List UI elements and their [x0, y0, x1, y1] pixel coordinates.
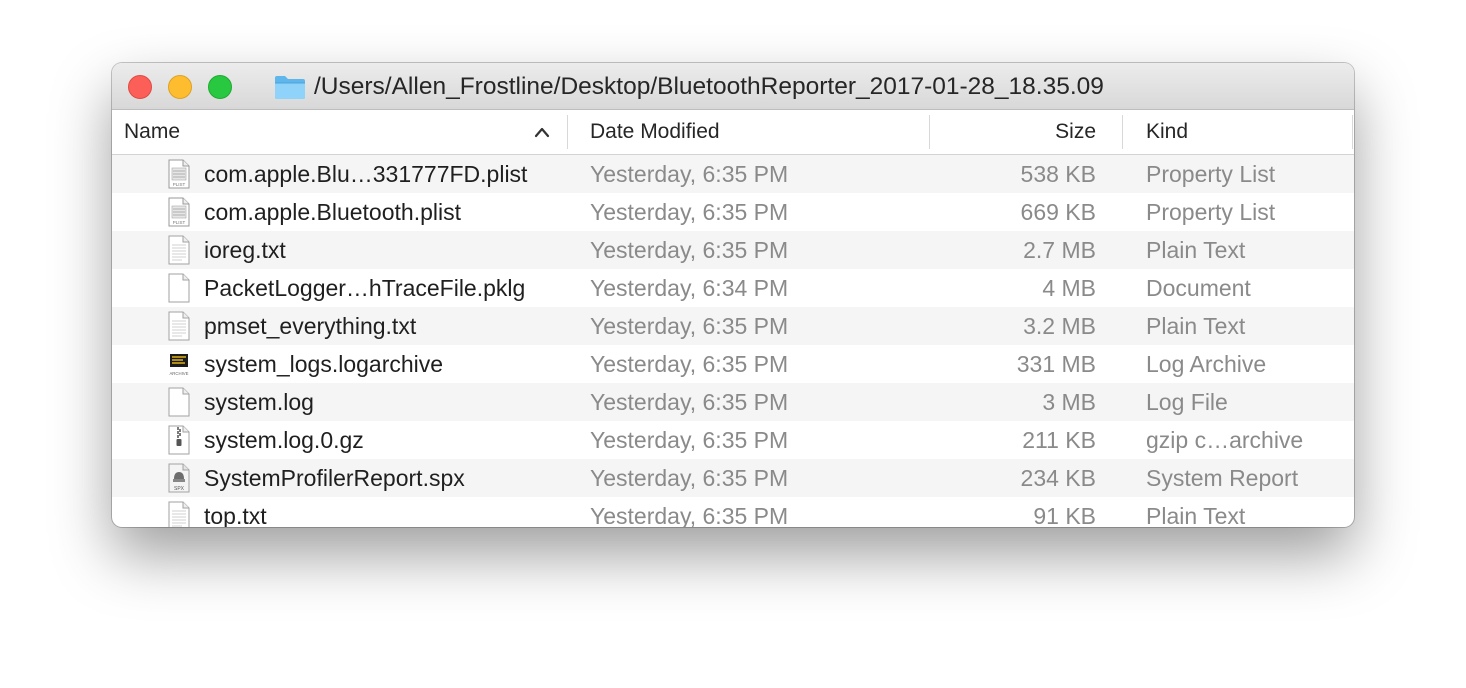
file-name: SystemProfilerReport.spx [204, 465, 465, 491]
column-divider[interactable] [567, 115, 568, 149]
plist-icon[interactable]: PLIST [167, 197, 191, 227]
file-kind: System Report [1146, 465, 1299, 491]
file-date-modified: Yesterday, 6:35 PM [590, 389, 789, 415]
file-date-modified: Yesterday, 6:35 PM [590, 465, 789, 491]
file-kind: Plain Text [1146, 237, 1246, 263]
file-size: 3 MB [1042, 389, 1096, 415]
title-bar[interactable]: /Users/Allen_Frostline/Desktop/Bluetooth… [112, 63, 1354, 110]
document-icon[interactable] [167, 273, 191, 303]
window-title-group: /Users/Allen_Frostline/Desktop/Bluetooth… [274, 71, 1104, 103]
file-name: system.log.0.gz [204, 427, 364, 453]
file-name: ioreg.txt [204, 237, 286, 263]
file-size: 234 KB [1020, 465, 1096, 491]
file-date-modified: Yesterday, 6:35 PM [590, 427, 789, 453]
file-kind: Log Archive [1146, 351, 1267, 377]
window-title: /Users/Allen_Frostline/Desktop/Bluetooth… [314, 73, 1104, 100]
file-row[interactable]: ARCHIVE system_logs.logarchive Yesterday, … [112, 345, 1354, 383]
sort-ascending-icon[interactable] [534, 125, 550, 139]
file-name: system_logs.logarchive [204, 351, 444, 377]
file-date-modified: Yesterday, 6:34 PM [590, 275, 789, 301]
file-date-modified: Yesterday, 6:35 PM [590, 351, 789, 377]
close-button[interactable] [128, 75, 152, 99]
svg-text:ARCHIVE: ARCHIVE [169, 371, 188, 376]
column-divider[interactable] [929, 115, 930, 149]
column-header-name[interactable]: Name [124, 110, 180, 154]
file-row[interactable]: PLIST com.apple.Bluetooth.plist Yesterday,… [112, 193, 1354, 231]
file-kind: Property List [1146, 161, 1276, 187]
plist-icon[interactable]: PLIST [167, 159, 191, 189]
file-kind: Log File [1146, 389, 1228, 415]
file-size: 4 MB [1042, 275, 1096, 301]
file-size: 91 KB [1033, 503, 1096, 527]
column-divider[interactable] [1352, 115, 1353, 149]
system-report-icon[interactable]: SPX [167, 463, 191, 493]
file-size: 331 MB [1016, 351, 1096, 377]
file-row[interactable]: PLIST com.apple.Blu…331777FD.plist Yesterd… [112, 155, 1354, 193]
document-icon[interactable] [167, 387, 191, 417]
file-name: com.apple.Blu…331777FD.plist [204, 161, 528, 187]
column-header: Name Date Modified Size Kind [112, 110, 1354, 155]
file-kind: Plain Text [1146, 313, 1246, 339]
svg-text:PLIST: PLIST [173, 220, 186, 225]
file-row[interactable]: system.log.0.gz Yesterday, 6:35 PM 211 KB g… [112, 421, 1354, 459]
file-row[interactable]: SPX SystemProfilerReport.spx Yesterday, 6:… [112, 459, 1354, 497]
file-row[interactable]: ioreg.txt Yesterday, 6:35 PM 2.7 MB Plain T… [112, 231, 1354, 269]
file-size: 3.2 MB [1023, 313, 1096, 339]
file-size: 669 KB [1020, 199, 1096, 225]
finder-window: /Users/Allen_Frostline/Desktop/Bluetooth… [112, 63, 1354, 527]
log-archive-icon[interactable]: ARCHIVE [167, 349, 191, 379]
file-name: top.txt [204, 503, 267, 527]
text-file-icon[interactable] [167, 501, 191, 527]
file-size: 2.7 MB [1023, 237, 1096, 263]
file-name: com.apple.Bluetooth.plist [204, 199, 461, 225]
column-header-kind[interactable]: Kind [1146, 110, 1188, 154]
file-row[interactable]: PacketLogger…hTraceFile.pklg Yesterday, 6… [112, 269, 1354, 307]
minimize-button[interactable] [168, 75, 192, 99]
svg-text:PLIST: PLIST [173, 182, 186, 187]
file-date-modified: Yesterday, 6:35 PM [590, 161, 789, 187]
file-size: 538 KB [1020, 161, 1096, 187]
text-file-icon[interactable] [167, 311, 191, 341]
file-date-modified: Yesterday, 6:35 PM [590, 237, 789, 263]
file-kind: Property List [1146, 199, 1276, 225]
file-size: 211 KB [1022, 427, 1096, 453]
file-name: system.log [204, 389, 314, 415]
column-divider[interactable] [1122, 115, 1123, 149]
file-kind: Document [1146, 275, 1251, 301]
file-kind: Plain Text [1146, 503, 1246, 527]
zoom-button[interactable] [208, 75, 232, 99]
zip-archive-icon[interactable] [167, 425, 191, 455]
file-date-modified: Yesterday, 6:35 PM [590, 503, 789, 527]
file-row[interactable]: top.txt Yesterday, 6:35 PM 91 KB Plain Text [112, 497, 1354, 527]
file-list[interactable]: PLIST com.apple.Blu…331777FD.plist Yesterd… [112, 155, 1354, 527]
column-header-size[interactable]: Size [1055, 110, 1096, 154]
text-file-icon[interactable] [167, 235, 191, 265]
file-kind: gzip c…archive [1146, 427, 1304, 453]
file-row[interactable]: system.log Yesterday, 6:35 PM 3 MB Log File [112, 383, 1354, 421]
folder-icon[interactable] [274, 74, 306, 100]
file-name: pmset_everything.txt [204, 313, 417, 339]
column-header-date-modified[interactable]: Date Modified [590, 110, 720, 154]
svg-text:SPX: SPX [174, 486, 185, 492]
file-row[interactable]: pmset_everything.txt Yesterday, 6:35 PM 3.… [112, 307, 1354, 345]
file-date-modified: Yesterday, 6:35 PM [590, 199, 789, 225]
file-date-modified: Yesterday, 6:35 PM [590, 313, 789, 339]
file-name: PacketLogger…hTraceFile.pklg [204, 275, 526, 301]
